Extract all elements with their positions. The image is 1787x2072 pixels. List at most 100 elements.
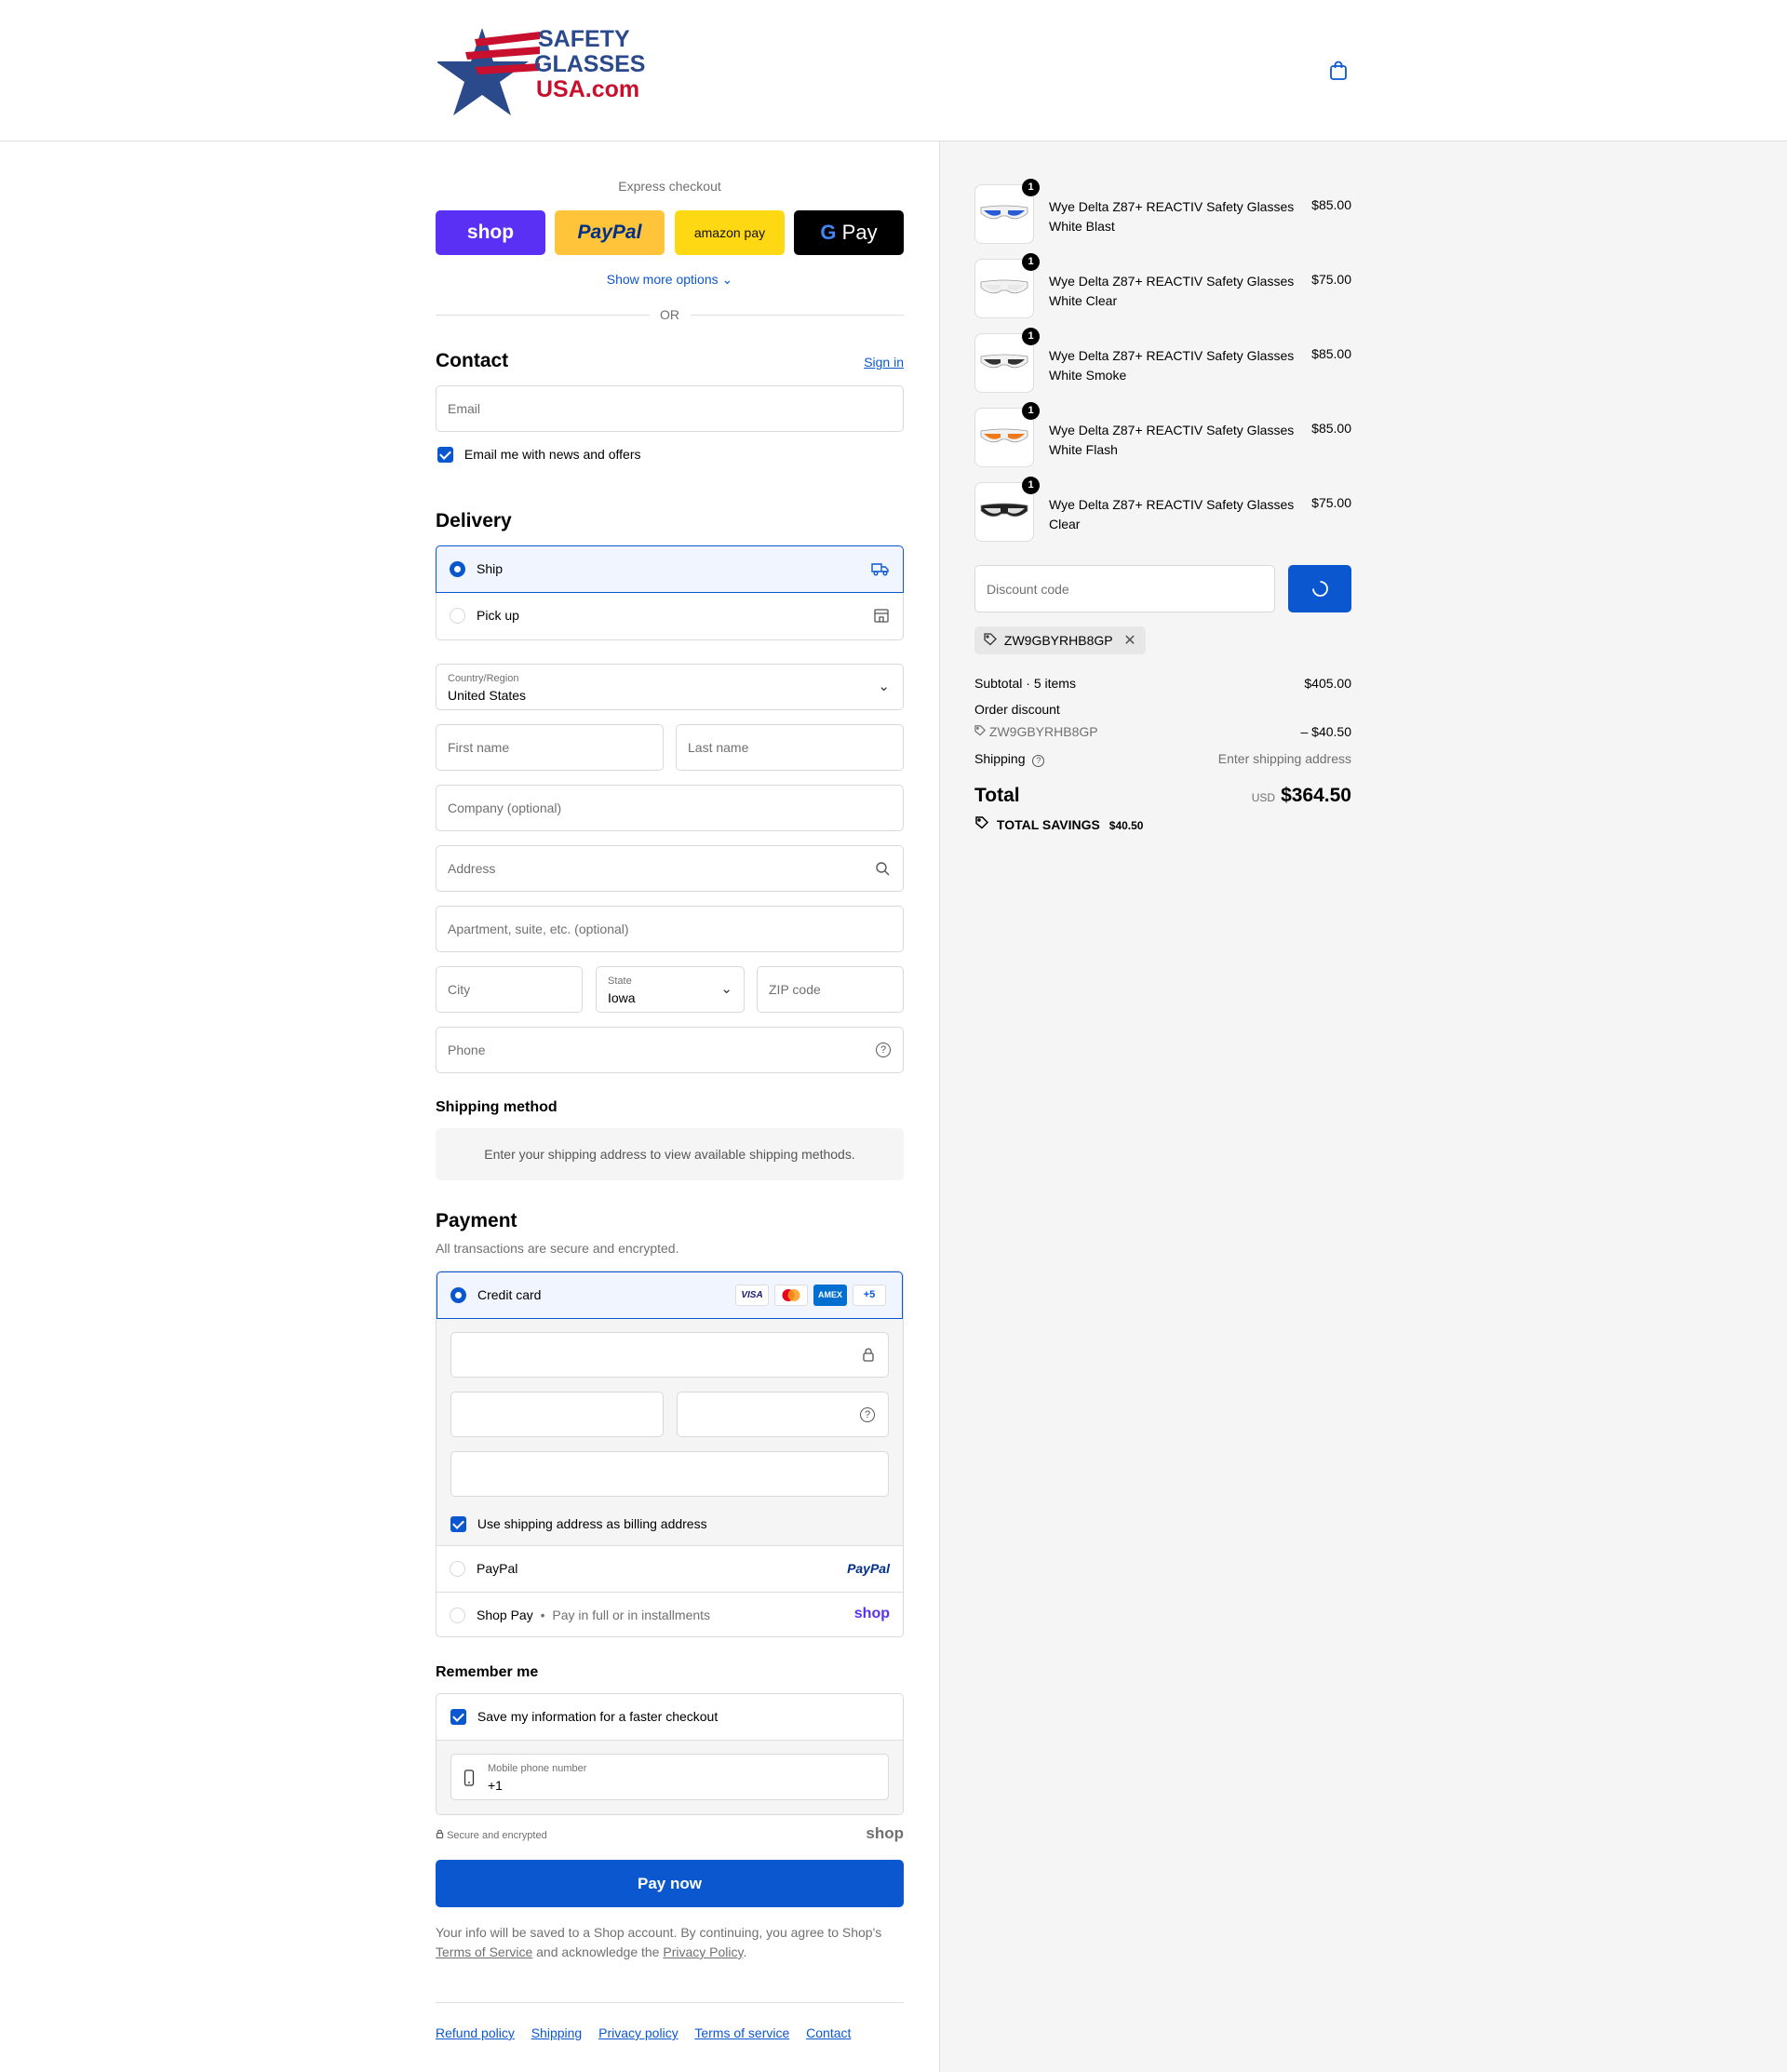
paypal-label: PayPal (577, 222, 642, 243)
chevron-down-icon: ⌄ (721, 272, 733, 287)
zip-field[interactable]: ZIP code (757, 966, 904, 1013)
billing-same-label: Use shipping address as billing address (477, 1516, 707, 1532)
legal-mid: and acknowledge the (536, 1944, 660, 1959)
product-variant: White Smoke (1049, 368, 1127, 383)
footer-links: Refund policy Shipping Privacy policy Te… (436, 2025, 864, 2040)
sign-in-link[interactable]: Sign in (864, 355, 904, 370)
google-g-icon: G (820, 221, 837, 244)
product-price: $85.00 (1311, 346, 1351, 361)
city-placeholder: City (448, 982, 471, 997)
shipping-policy-link[interactable]: Shipping (531, 2025, 583, 2040)
card-number-field[interactable] (450, 1332, 889, 1378)
address-field[interactable]: Address (436, 845, 904, 892)
payment-methods: Credit card VISA AMEX +5 ? Use shipping … (436, 1271, 904, 1637)
subtotal-row: Subtotal · 5 items $405.00 (974, 676, 1351, 691)
contact-link[interactable]: Contact (806, 2025, 851, 2040)
apply-discount-button[interactable] (1288, 565, 1351, 612)
shopping-bag-icon[interactable] (1327, 60, 1350, 82)
terms-of-service-link[interactable]: Terms of service (694, 2025, 789, 2040)
ship-radio[interactable] (450, 561, 465, 577)
privacy-policy-link[interactable]: Privacy policy (598, 2025, 679, 2040)
total-label: Total (974, 785, 1020, 806)
contact-heading: Contact (436, 350, 509, 371)
security-code-field[interactable]: ? (677, 1392, 889, 1437)
mobile-phone-field[interactable]: Mobile phone number +1 (450, 1754, 889, 1800)
remove-discount-icon[interactable]: ✕ (1123, 633, 1135, 649)
remember-me-box: Save my information for a faster checkou… (436, 1693, 904, 1815)
pickup-label: Pick up (477, 608, 519, 623)
news-label: Email me with news and offers (464, 447, 641, 463)
store-icon (873, 607, 890, 626)
paypal-button[interactable]: PayPal (555, 210, 665, 255)
billing-same-row[interactable]: Use shipping address as billing address (450, 1515, 707, 1532)
savings-row: TOTAL SAVINGS $40.50 (974, 816, 1351, 832)
divider (436, 2002, 904, 2003)
billing-same-checkbox[interactable] (450, 1515, 466, 1532)
card-form: ? Use shipping address as billing addres… (437, 1319, 903, 1545)
shop-pay-radio[interactable] (450, 1608, 465, 1623)
news-checkbox-row[interactable]: Email me with news and offers (437, 446, 641, 463)
apartment-field[interactable]: Apartment, suite, etc. (optional) (436, 906, 904, 952)
applied-discount-tag: ZW9GBYRHB8GP ✕ (974, 626, 1146, 654)
pickup-option[interactable]: Pick up (437, 593, 903, 639)
state-select[interactable]: State Iowa ⌄ (596, 966, 745, 1013)
credit-card-radio[interactable] (450, 1287, 466, 1303)
country-select[interactable]: Country/Region United States ⌄ (436, 664, 904, 710)
save-info-row[interactable]: Save my information for a faster checkou… (450, 1708, 718, 1725)
last-name-field[interactable]: Last name (676, 724, 904, 771)
shop-terms-link[interactable]: Terms of Service (436, 1944, 532, 1959)
mobile-phone-icon (464, 1769, 475, 1789)
product-variant: White Blast (1049, 219, 1115, 234)
order-discount-label: Order discount (974, 702, 1060, 717)
credit-card-option[interactable]: Credit card VISA AMEX +5 (437, 1271, 903, 1319)
payment-heading: Payment (436, 1210, 517, 1231)
expiry-field[interactable] (450, 1392, 664, 1437)
refund-policy-link[interactable]: Refund policy (436, 2025, 515, 2040)
help-icon[interactable]: ? (1032, 755, 1045, 767)
logo-line-3: USA.com (536, 76, 639, 102)
divider (691, 315, 904, 316)
savings-label: TOTAL SAVINGS (996, 817, 1100, 832)
ship-label: Ship (477, 561, 504, 576)
first-name-field[interactable]: First name (436, 724, 664, 771)
pay-now-button[interactable]: Pay now (436, 1860, 904, 1907)
shop-pay-option[interactable]: Shop Pay • Pay in full or in installment… (437, 1592, 903, 1636)
show-more-options-link[interactable]: Show more options ⌄ (436, 272, 904, 288)
help-icon[interactable]: ? (876, 1043, 891, 1057)
save-info-checkbox[interactable] (450, 1708, 466, 1725)
shop-logo: shop (853, 1606, 890, 1621)
phone-field[interactable]: Phone ? (436, 1027, 904, 1073)
shop-pay-option-text: Shop Pay • Pay in full or in installment… (477, 1608, 710, 1622)
city-field[interactable]: City (436, 966, 583, 1013)
company-field[interactable]: Company (optional) (436, 785, 904, 831)
logo-line-1: SAFETY (538, 26, 630, 52)
google-pay-button[interactable]: G Pay (794, 210, 904, 255)
shipping-method-heading: Shipping method (436, 1099, 558, 1115)
pickup-radio[interactable] (450, 608, 465, 624)
amazon-pay-button[interactable]: amazon pay (675, 210, 785, 255)
paypal-radio[interactable] (450, 1561, 465, 1577)
lock-icon (436, 1829, 447, 1841)
ship-option[interactable]: Ship (436, 545, 904, 593)
name-on-card-field[interactable] (450, 1451, 889, 1497)
product-title: Wye Delta Z87+ REACTIV Safety Glasses (1049, 348, 1295, 363)
shop-pay-button[interactable]: shop (436, 210, 545, 255)
delivery-options: Ship Pick up (436, 545, 904, 640)
discount-code-field[interactable]: Discount code (974, 565, 1275, 612)
site-logo[interactable]: SAFETY GLASSES USA.com (436, 19, 652, 123)
order-discount-row: Order discount (974, 702, 1351, 717)
legal-text: Your info will be saved to a Shop accoun… (436, 1923, 904, 1962)
email-field[interactable]: Email (436, 385, 904, 432)
shipping-notice-text: Enter your shipping address to view avai… (484, 1147, 855, 1162)
paypal-option[interactable]: PayPal PayPal (437, 1545, 903, 1592)
more-cards-badge: +5 (853, 1285, 886, 1306)
loading-spinner-icon (1311, 580, 1329, 600)
news-checkbox[interactable] (437, 446, 453, 463)
email-placeholder: Email (448, 401, 481, 416)
shop-privacy-link[interactable]: Privacy Policy (663, 1944, 743, 1959)
quantity-badge: 1 (1022, 328, 1040, 345)
discount-code-row: ZW9GBYRHB8GP – $40.50 (974, 724, 1351, 739)
help-icon[interactable]: ? (860, 1407, 875, 1422)
delivery-heading: Delivery (436, 510, 512, 531)
discount-value: – $40.50 (1300, 724, 1352, 739)
